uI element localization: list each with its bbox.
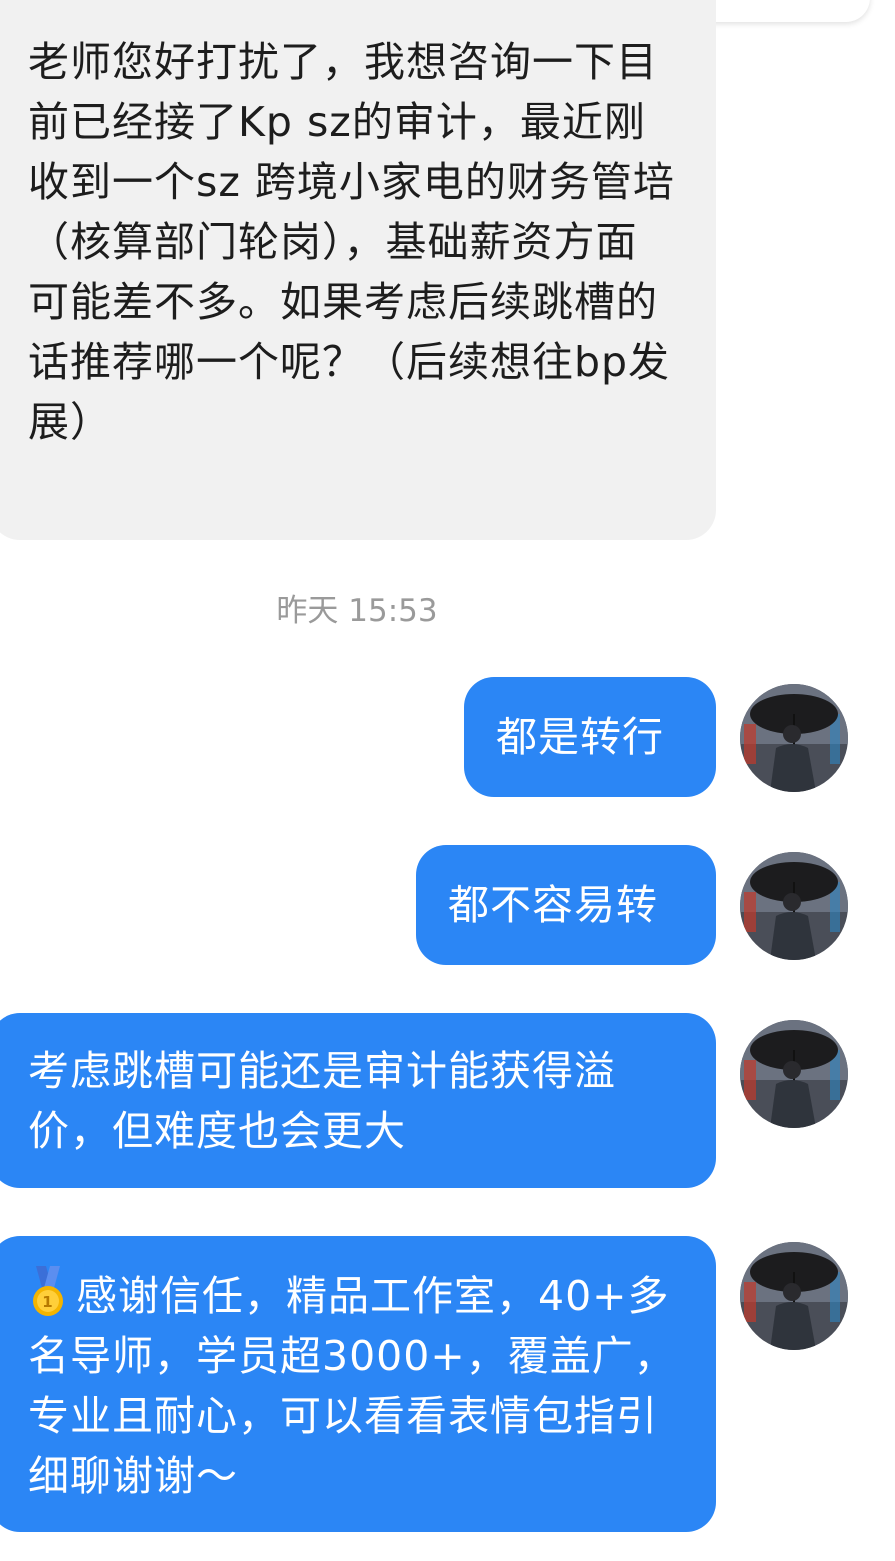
svg-text:1: 1 xyxy=(42,1293,53,1311)
outgoing-message-text: 感谢信任，精品工作室，40+多名导师，学员超3000+，覆盖广，专业且耐心，可以… xyxy=(28,1272,676,1500)
outgoing-message-bubble[interactable]: 1 感谢信任，精品工作室，40+多名导师，学员超3000+，覆盖广，专业且耐心，… xyxy=(0,1236,716,1532)
avatar[interactable] xyxy=(740,1020,848,1128)
outgoing-message-bubble[interactable]: 考虑跳槽可能还是审计能获得溢价，但难度也会更大 xyxy=(0,1013,716,1188)
outgoing-message-bubble[interactable]: 都是转行 xyxy=(464,677,716,797)
message-timestamp: 昨天 15:53 xyxy=(276,593,438,629)
medal-icon: 1 xyxy=(28,1266,68,1318)
outgoing-message-text: 考虑跳槽可能还是审计能获得溢价，但难度也会更大 xyxy=(28,1047,616,1155)
incoming-message-text: 老师您好打扰了，我想咨询一下目前已经接了Kp sz的审计，最近刚收到一个sz 跨… xyxy=(28,38,675,446)
outgoing-message-text: 都是转行 xyxy=(496,713,664,761)
avatar[interactable] xyxy=(740,684,848,792)
incoming-message-bubble[interactable]: 老师您好打扰了，我想咨询一下目前已经接了Kp sz的审计，最近刚收到一个sz 跨… xyxy=(0,0,716,540)
outgoing-message-text: 都不容易转 xyxy=(448,881,658,929)
avatar[interactable] xyxy=(740,1242,848,1350)
outgoing-message-bubble[interactable]: 都不容易转 xyxy=(416,845,716,965)
avatar[interactable] xyxy=(740,852,848,960)
